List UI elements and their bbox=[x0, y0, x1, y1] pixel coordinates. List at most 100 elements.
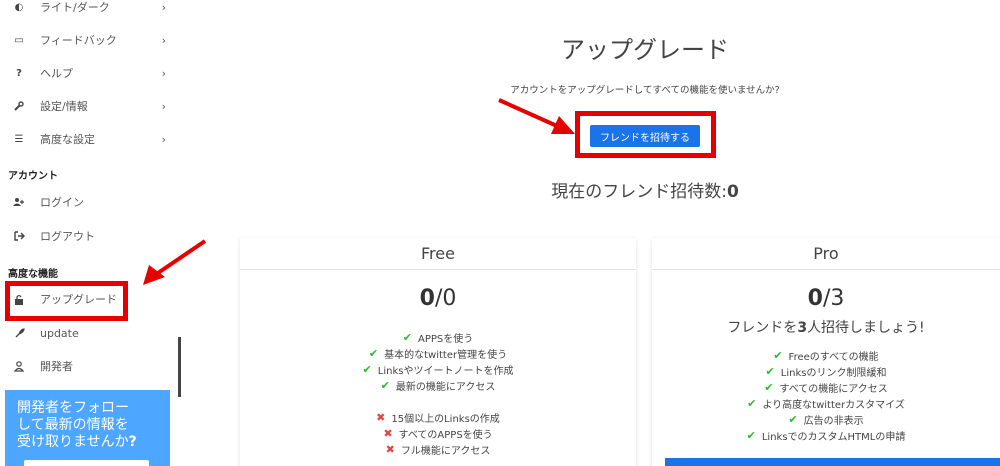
feature-text: すべての機能にアクセス bbox=[779, 383, 888, 395]
sidebar-item-theme[interactable]: ◐ ライト/ダーク › bbox=[0, 0, 180, 22]
follow-developer-promo: 開発者をフォロー して最新の情報を 受け取りませんか? bbox=[5, 390, 170, 466]
check-icon: ✔ bbox=[402, 330, 412, 344]
question-icon: ? bbox=[16, 67, 22, 79]
feature-excluded: ✖ フル機能にアクセス bbox=[240, 441, 636, 457]
chevron-right-icon: › bbox=[161, 1, 166, 14]
promo-line-2: して最新の情報を bbox=[17, 417, 129, 433]
feature-included: ✔ すべての機能にアクセス bbox=[652, 379, 1000, 395]
subtitle-post: 人招待しましょう! bbox=[807, 320, 925, 336]
feature-text: APPSを使う bbox=[417, 333, 474, 345]
feature-included: ✔ Linksやツイートノートを作成 bbox=[240, 361, 636, 377]
feature-text: すべてのAPPSを使う bbox=[398, 429, 493, 441]
check-icon: ✔ bbox=[747, 396, 757, 410]
promo-line-3: 受け取りませんか bbox=[17, 434, 129, 450]
chevron-right-icon: › bbox=[161, 100, 166, 113]
feature-included: ✔ 広告の非表示 bbox=[652, 411, 1000, 427]
cross-icon: ✖ bbox=[383, 426, 393, 440]
feature-included: ✔ Linksのリンク制限緩和 bbox=[652, 363, 1000, 379]
check-icon: ✔ bbox=[380, 378, 390, 392]
page-title: アップグレード bbox=[561, 36, 729, 64]
cross-icon: ✖ bbox=[376, 410, 386, 424]
sidebar-item-developer[interactable]: 開発者 bbox=[0, 351, 180, 381]
feature-text: Linksやツイートノートを作成 bbox=[377, 365, 514, 377]
sidebar-item-advanced-settings[interactable]: ☰ 高度な設定 › bbox=[0, 124, 180, 154]
feature-text: LinksでのカスタムHTMLの申請 bbox=[761, 431, 906, 443]
half-circle-icon: ◐ bbox=[14, 1, 24, 13]
subtitle-number: 3 bbox=[797, 320, 808, 336]
wrench-icon bbox=[12, 101, 26, 111]
sidebar-item-label: ログアウト bbox=[40, 230, 95, 243]
pro-plan-button[interactable] bbox=[665, 458, 1000, 466]
feature-text: 15個以上のLinksの作成 bbox=[391, 413, 500, 425]
feature-included: ✔ Freeのすべての機能 bbox=[652, 347, 1000, 363]
feature-text: Freeのすべての機能 bbox=[788, 351, 879, 363]
sidebar-item-label: update bbox=[40, 326, 79, 340]
rocket-icon bbox=[12, 327, 26, 339]
invite-count: 現在のフレンド招待数:0 bbox=[470, 177, 820, 202]
sidebar-scrollbar[interactable] bbox=[178, 337, 181, 397]
user-plus-icon bbox=[12, 197, 26, 207]
check-icon: ✔ bbox=[746, 428, 756, 442]
upgrade-description: アカウントをアップグレードしてすべての機能を使いませんか? bbox=[510, 85, 780, 96]
feature-excluded: ✖ 15個以上のLinksの作成 bbox=[240, 409, 636, 425]
plan-count-current: 0 bbox=[807, 286, 823, 311]
section-title-account: アカウント bbox=[8, 171, 58, 182]
feature-list: ✔ APPSを使う ✔ 基本的なtwitter管理を使う ✔ Linksやツイートノー… bbox=[240, 329, 636, 457]
plan-card-free: Free 0/0 ✔ APPSを使う ✔ 基本的なtwitter管理を使う ✔ Lin… bbox=[240, 238, 636, 466]
feature-text: 広告の非表示 bbox=[803, 415, 864, 427]
feature-included: ✔ LinksでのカスタムHTMLの申請 bbox=[652, 427, 1000, 443]
feature-included: ✔ より高度なtwitterカスタマイズ bbox=[652, 395, 1000, 411]
plan-count-total: /0 bbox=[434, 286, 457, 311]
cross-icon: ✖ bbox=[385, 442, 395, 456]
feature-included: ✔ 基本的なtwitter管理を使う bbox=[240, 345, 636, 361]
chevron-right-icon: › bbox=[161, 34, 166, 47]
plan-count: 0/0 bbox=[240, 286, 636, 311]
sliders-icon: ☰ bbox=[14, 133, 24, 145]
check-icon: ✔ bbox=[368, 346, 379, 360]
sidebar-item-label: ヘルプ bbox=[40, 67, 73, 80]
plan-name: Pro bbox=[652, 238, 1000, 270]
plan-count-current: 0 bbox=[419, 286, 435, 311]
sidebar-item-label: フィードバック bbox=[40, 34, 117, 47]
feature-excluded: ✖ すべてのAPPSを使う bbox=[240, 425, 636, 441]
chevron-right-icon: › bbox=[161, 133, 166, 146]
promo-follow-button[interactable] bbox=[24, 460, 149, 466]
sign-out-icon bbox=[12, 231, 26, 241]
invite-friend-button[interactable]: フレンドを招待する bbox=[590, 125, 700, 147]
sidebar-item-label: ライト/ダーク bbox=[40, 1, 110, 14]
sidebar-item-settings[interactable]: 設定/情報 › bbox=[0, 91, 180, 121]
invite-count-value: 0 bbox=[726, 182, 739, 202]
subtitle-pre: フレンドを bbox=[727, 320, 798, 336]
sidebar-item-label: ログイン bbox=[40, 196, 84, 209]
red-arrow-icon bbox=[498, 98, 575, 134]
check-icon: ✔ bbox=[788, 412, 798, 426]
chat-bubble-icon: ▭ bbox=[14, 34, 24, 46]
promo-line-1: 開発者をフォロー bbox=[17, 400, 129, 416]
sidebar-item-feedback[interactable]: ▭ フィードバック › bbox=[0, 25, 180, 55]
plan-card-pro: Pro 0/3 フレンドを3人招待しましょう! ✔ Freeのすべての機能 ✔ Li… bbox=[652, 238, 1000, 466]
invite-count-label: 現在のフレンド招待数: bbox=[551, 182, 727, 202]
feature-text: 基本的なtwitter管理を使う bbox=[384, 349, 508, 361]
feature-text: フル機能にアクセス bbox=[400, 445, 491, 457]
red-arrow-icon bbox=[143, 239, 207, 285]
feature-list: ✔ Freeのすべての機能 ✔ Linksのリンク制限緩和 ✔ すべての機能にアクセス… bbox=[652, 347, 1000, 443]
check-icon: ✔ bbox=[773, 348, 783, 362]
sidebar-item-help[interactable]: ? ヘルプ › bbox=[0, 58, 180, 88]
check-icon: ✔ bbox=[362, 362, 372, 376]
sidebar-item-label: 高度な設定 bbox=[40, 133, 95, 146]
plan-count: 0/3 bbox=[652, 286, 1000, 311]
promo-question-mark: ? bbox=[128, 434, 137, 450]
plan-count-total: /3 bbox=[822, 286, 845, 311]
feature-text: より高度なtwitterカスタマイズ bbox=[762, 399, 905, 411]
section-title-advanced: 高度な機能 bbox=[8, 269, 58, 280]
feature-text: 最新の機能にアクセス bbox=[395, 381, 496, 393]
sidebar-item-login[interactable]: ログイン bbox=[0, 187, 180, 217]
plan-subtitle: フレンドを3人招待しましょう! bbox=[652, 317, 1000, 337]
plan-name: Free bbox=[240, 238, 636, 270]
sidebar-item-label: 設定/情報 bbox=[40, 100, 88, 113]
feature-text: Linksのリンク制限緩和 bbox=[780, 367, 887, 379]
check-icon: ✔ bbox=[765, 364, 775, 378]
sidebar-item-update[interactable]: update bbox=[0, 318, 180, 348]
highlight-box-upgrade bbox=[5, 281, 128, 321]
sidebar-item-label: 開発者 bbox=[40, 360, 73, 373]
